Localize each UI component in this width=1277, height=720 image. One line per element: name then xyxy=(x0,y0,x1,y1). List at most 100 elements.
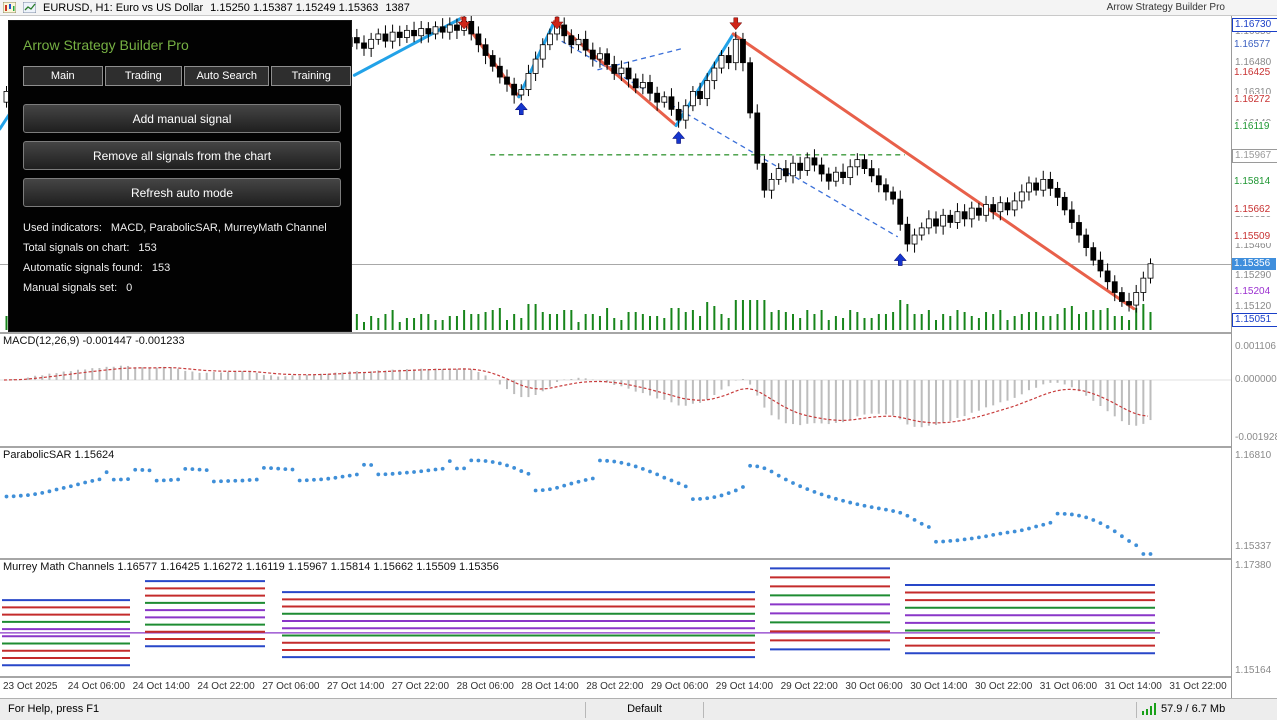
macd-pane[interactable]: MACD(12,26,9) -0.001447 -0.001233 xyxy=(0,334,1232,446)
panel-tabs: Main Trading Auto Search Training xyxy=(23,66,351,86)
traffic-text: 57.9 / 6.7 Mb xyxy=(1161,703,1226,715)
candlestick-icon xyxy=(23,2,36,13)
price-axis[interactable]: 1.166501.164801.163101.161401.159701.158… xyxy=(1232,16,1277,698)
panel-buttons: Add manual signal Remove all signals from… xyxy=(9,104,351,207)
chart-window-icon xyxy=(3,2,16,13)
axis-tick: 1.15120 xyxy=(1235,300,1272,312)
time-axis-label: 30 Oct 06:00 xyxy=(845,681,903,692)
axis-tick: 1.15337 xyxy=(1235,541,1272,552)
status-divider xyxy=(703,702,704,718)
refresh-auto-mode-button[interactable]: Refresh auto mode xyxy=(23,178,341,207)
axis-tick: 1.17380 xyxy=(1235,560,1272,572)
dashed-trendlines xyxy=(490,40,905,238)
panel-tab-training[interactable]: Training xyxy=(271,66,351,86)
add-manual-signal-button[interactable]: Add manual signal xyxy=(23,104,341,133)
time-axis-label: 23 Oct 2025 xyxy=(3,681,58,692)
axis-tick: 0.001106 xyxy=(1235,340,1276,352)
price-level-label: 1.15662 xyxy=(1232,203,1276,216)
parabolic-sar-chart[interactable] xyxy=(0,448,1232,558)
time-axis-label: 30 Oct 22:00 xyxy=(975,681,1033,692)
time-axis-label: 28 Oct 06:00 xyxy=(456,681,514,692)
pane-separator[interactable] xyxy=(0,446,1277,448)
pane-separator[interactable] xyxy=(0,676,1277,678)
time-axis-label: 28 Oct 22:00 xyxy=(586,681,644,692)
macd-histogram xyxy=(5,365,1152,428)
remove-all-signals-from-the-chart-button[interactable]: Remove all signals from the chart xyxy=(23,141,341,170)
time-axis-label: 27 Oct 06:00 xyxy=(262,681,320,692)
info-label: Automatic signals found: xyxy=(23,262,143,274)
signal-arrows xyxy=(457,16,907,266)
indicator-name-label: Arrow Strategy Builder Pro xyxy=(1106,2,1225,13)
time-axis-label: 31 Oct 22:00 xyxy=(1169,681,1227,692)
price-level-label: 1.15967 xyxy=(1232,148,1277,163)
chart-titlebar: EURUSD, H1: Euro vs US Dollar 1.15250 1.… xyxy=(0,0,1277,16)
panel-info-row: Used indicators: MACD, ParabolicSAR, Murr… xyxy=(23,222,351,234)
axis-tick: 0.000000 xyxy=(1235,374,1277,385)
time-axis-label: 27 Oct 14:00 xyxy=(327,681,385,692)
pane-separator[interactable] xyxy=(0,332,1277,334)
panel-tab-trading[interactable]: Trading xyxy=(104,66,183,86)
price-level-label: 1.16730 xyxy=(1232,18,1277,32)
price-level-label: 1.16425 xyxy=(1232,66,1276,79)
time-axis-label: 29 Oct 14:00 xyxy=(715,681,774,692)
panel-info-row: Automatic signals found: 153 xyxy=(23,262,351,274)
status-traffic: 57.9 / 6.7 Mb xyxy=(1142,703,1225,715)
info-label: Manual signals set: xyxy=(23,282,118,294)
info-value: MACD, ParabolicSAR, MurreyMath Channel xyxy=(110,222,327,234)
info-label: Used indicators: xyxy=(23,222,102,234)
axis-tick: 1.15164 xyxy=(1235,665,1272,677)
time-axis-label: 31 Oct 14:00 xyxy=(1104,681,1162,692)
time-axis-label: 29 Oct 06:00 xyxy=(651,681,709,692)
time-axis-label: 29 Oct 22:00 xyxy=(780,681,838,692)
macd-chart[interactable] xyxy=(0,334,1232,446)
price-level-label: 1.15204 xyxy=(1232,285,1276,298)
panel-info: Used indicators: MACD, ParabolicSAR, Murr… xyxy=(9,222,351,294)
macd-label: MACD(12,26,9) -0.001447 -0.001233 xyxy=(3,335,185,347)
info-value: 0 xyxy=(126,282,133,294)
tick-volume: 1387 xyxy=(385,1,410,14)
panel-tab-main[interactable]: Main xyxy=(23,66,103,86)
info-value: 153 xyxy=(138,242,157,254)
panel-tab-auto-search[interactable]: Auto Search xyxy=(184,66,270,86)
murrey-math-chart[interactable] xyxy=(0,560,1232,676)
axis-tick: 1.15290 xyxy=(1235,270,1272,282)
main-chart-pane[interactable]: Arrow Strategy Builder Pro Main Trading Au… xyxy=(0,16,1232,332)
arrow-strategy-panel: Arrow Strategy Builder Pro Main Trading Au… xyxy=(8,20,352,332)
status-profile[interactable]: Default xyxy=(586,703,703,715)
info-label: Total signals on chart: xyxy=(23,242,130,254)
panel-info-row: Total signals on chart: 153 xyxy=(23,242,351,254)
price-level-label: 1.15051 xyxy=(1232,313,1277,328)
symbol-info: EURUSD, H1: Euro vs US Dollar xyxy=(43,1,204,14)
status-divider xyxy=(1136,702,1137,718)
time-axis-label: 28 Oct 14:00 xyxy=(521,681,579,692)
murrey-math-label: Murrey Math Channels 1.16577 1.16425 1.1… xyxy=(3,561,499,573)
pane-separator[interactable] xyxy=(0,558,1277,560)
parabolic-sar-pane[interactable]: ParabolicSAR 1.15624 xyxy=(0,448,1232,558)
status-help-text: For Help, press F1 xyxy=(8,703,100,715)
murrey-level-lines xyxy=(0,567,1160,667)
parabolic-sar-label: ParabolicSAR 1.15624 xyxy=(3,449,115,461)
price-level-label: 1.15814 xyxy=(1232,176,1276,189)
time-axis-label: 31 Oct 06:00 xyxy=(1039,681,1098,692)
current-price-label: 1.15356 xyxy=(1232,258,1276,271)
time-axis-label: 24 Oct 06:00 xyxy=(67,681,126,692)
macd-signal-line xyxy=(3,366,1149,424)
price-level-label: 1.16272 xyxy=(1232,94,1276,107)
panel-info-row: Manual signals set: 0 xyxy=(23,282,351,294)
murrey-math-pane[interactable]: Murrey Math Channels 1.16577 1.16425 1.1… xyxy=(0,560,1232,676)
time-axis-label: 24 Oct 14:00 xyxy=(132,681,190,692)
price-level-label: 1.16119 xyxy=(1232,121,1276,134)
price-level-label: 1.15509 xyxy=(1232,231,1276,244)
connection-bars-icon xyxy=(1142,703,1156,715)
time-axis-label: 27 Oct 22:00 xyxy=(391,681,450,692)
price-level-label: 1.16577 xyxy=(1232,39,1276,52)
info-value: 153 xyxy=(151,262,171,274)
ohlc-values: 1.15250 1.15387 1.15249 1.15363 xyxy=(210,1,379,14)
time-axis-label: 30 Oct 14:00 xyxy=(910,681,968,692)
time-axis-label: 24 Oct 22:00 xyxy=(197,681,255,692)
mt5-terminal-window: EURUSD, H1: Euro vs US Dollar 1.15250 1.… xyxy=(0,0,1277,720)
time-axis[interactable]: 23 Oct 2025 24 Oct 06:00 24 Oct 14:00 24 Oc… xyxy=(0,678,1232,698)
axis-tick: -0.001928 xyxy=(1235,431,1277,443)
status-bar: For Help, press F1 Default 57.9 / 6.7 Mb xyxy=(0,698,1277,720)
panel-title: Arrow Strategy Builder Pro xyxy=(23,37,189,53)
